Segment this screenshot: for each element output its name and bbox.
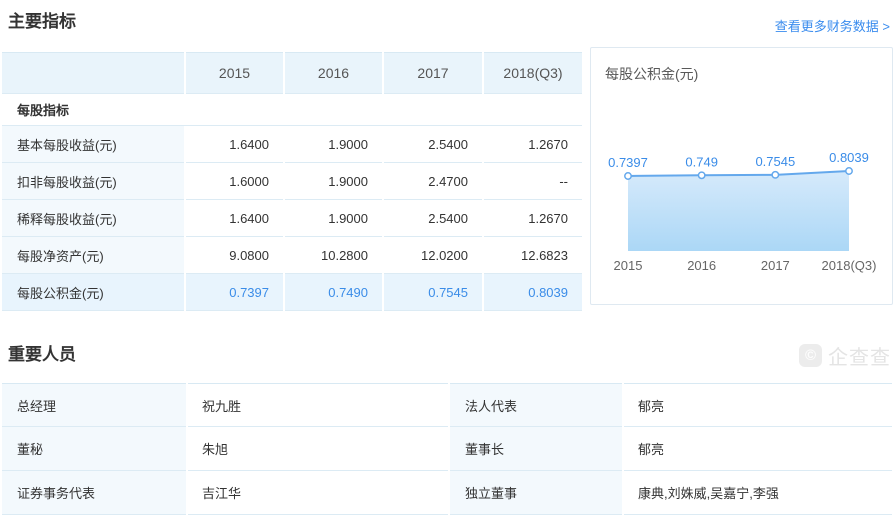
indicator-value-cell[interactable]: 12.6823 bbox=[484, 237, 582, 274]
indicator-value-cell[interactable]: 0.8039 bbox=[484, 274, 582, 311]
indicators-table-header: 2015201620172018(Q3) bbox=[2, 52, 582, 94]
personnel-value-cell: 郁亮 bbox=[624, 427, 892, 471]
indicator-value-cell[interactable]: 1.6000 bbox=[186, 163, 283, 200]
indicator-label-cell[interactable]: 稀释每股收益(元) bbox=[2, 200, 184, 237]
qichacha-logo-icon: © bbox=[799, 344, 822, 367]
indicator-label-cell[interactable]: 基本每股收益(元) bbox=[2, 126, 184, 163]
indicators-table-body: 每股指标基本每股收益(元)1.64001.90002.54001.2670扣非每… bbox=[2, 94, 582, 311]
qichacha-watermark-text: 企查查 bbox=[828, 341, 891, 370]
year-header: 2016 bbox=[285, 52, 382, 94]
indicator-value-cell[interactable]: 0.7490 bbox=[285, 274, 382, 311]
premium-reserve-chart-panel: 每股公积金(元) 0.739720150.74920160.754520170.… bbox=[590, 47, 893, 305]
premium-reserve-chart: 0.7397 2015 0.749 2016 0.7545 2017 0.8039 2018(… bbox=[591, 48, 894, 306]
chart-point-label: 0.7397 bbox=[608, 155, 648, 170]
section-title-key-personnel: 重要人员 bbox=[8, 344, 76, 366]
chart-point-label: 0.749 bbox=[685, 154, 718, 169]
personnel-row: 证券事务代表吉江华独立董事康典,刘姝威,吴嘉宁,李强 bbox=[2, 471, 892, 515]
chart-point-marker bbox=[846, 168, 852, 174]
personnel-value-cell: 康典,刘姝威,吴嘉宁,李强 bbox=[624, 471, 892, 515]
year-header: 2017 bbox=[384, 52, 482, 94]
personnel-value-cell: 吉江华 bbox=[188, 471, 448, 515]
chart-point-marker bbox=[772, 172, 778, 178]
personnel-label-cell: 董秘 bbox=[2, 427, 186, 471]
personnel-label-cell: 总经理 bbox=[2, 383, 186, 427]
chart-point-label: 0.7545 bbox=[755, 154, 795, 169]
chart-x-axis-label: 2017 bbox=[761, 258, 790, 273]
chart-point-marker bbox=[625, 173, 631, 179]
indicator-row[interactable]: 扣非每股收益(元)1.60001.90002.4700-- bbox=[2, 163, 582, 200]
indicator-value-cell[interactable]: 1.9000 bbox=[285, 200, 382, 237]
indicator-value-cell[interactable]: 10.2800 bbox=[285, 237, 382, 274]
indicator-header-spacer bbox=[2, 52, 184, 94]
indicator-value-cell[interactable]: -- bbox=[484, 163, 582, 200]
chart-x-axis-label: 2016 bbox=[687, 258, 716, 273]
indicator-value-cell[interactable]: 9.0800 bbox=[186, 237, 283, 274]
indicator-value-cell[interactable]: 2.5400 bbox=[384, 126, 482, 163]
indicator-value-cell[interactable]: 0.7545 bbox=[384, 274, 482, 311]
qichacha-watermark: © 企查查 bbox=[799, 341, 891, 370]
group-header-row: 每股指标 bbox=[2, 94, 582, 126]
indicator-row[interactable]: 每股净资产(元)9.080010.280012.020012.6823 bbox=[2, 237, 582, 274]
indicators-table: 2015201620172018(Q3) 每股指标基本每股收益(元)1.6400… bbox=[0, 52, 584, 311]
personnel-label-cell: 董事长 bbox=[450, 427, 622, 471]
indicator-value-cell[interactable]: 1.6400 bbox=[186, 126, 283, 163]
chart-x-axis-label: 2015 bbox=[614, 258, 643, 273]
chart-area-fill bbox=[628, 171, 849, 251]
indicator-value-cell[interactable]: 1.2670 bbox=[484, 200, 582, 237]
personnel-row: 总经理祝九胜法人代表郁亮 bbox=[2, 383, 892, 427]
indicator-value-cell[interactable]: 12.0200 bbox=[384, 237, 482, 274]
personnel-value-cell: 祝九胜 bbox=[188, 383, 448, 427]
indicator-value-cell[interactable]: 1.9000 bbox=[285, 163, 382, 200]
indicator-label-cell[interactable]: 每股公积金(元) bbox=[2, 274, 184, 311]
personnel-table-body: 总经理祝九胜法人代表郁亮董秘朱旭董事长郁亮证券事务代表吉江华独立董事康典,刘姝威… bbox=[2, 383, 892, 515]
indicator-value-cell[interactable]: 0.7397 bbox=[186, 274, 283, 311]
indicator-value-cell[interactable]: 2.5400 bbox=[384, 200, 482, 237]
indicator-label-cell[interactable]: 每股净资产(元) bbox=[2, 237, 184, 274]
more-financial-data-link[interactable]: 查看更多财务数据 > bbox=[775, 16, 890, 35]
indicator-value-cell[interactable]: 1.6400 bbox=[186, 200, 283, 237]
indicator-value-cell[interactable]: 2.4700 bbox=[384, 163, 482, 200]
group-header-label: 每股指标 bbox=[2, 94, 582, 126]
indicator-label-cell[interactable]: 扣非每股收益(元) bbox=[2, 163, 184, 200]
personnel-label-cell: 证券事务代表 bbox=[2, 471, 186, 515]
chart-x-axis-label: 2018(Q3) bbox=[822, 258, 877, 273]
year-header: 2015 bbox=[186, 52, 283, 94]
year-header: 2018(Q3) bbox=[484, 52, 582, 94]
indicator-value-cell[interactable]: 1.9000 bbox=[285, 126, 382, 163]
personnel-value-cell: 郁亮 bbox=[624, 383, 892, 427]
indicator-row[interactable]: 每股公积金(元)0.73970.74900.75450.8039 bbox=[2, 274, 582, 311]
section-title-main-indicators: 主要指标 bbox=[8, 11, 76, 33]
personnel-label-cell: 独立董事 bbox=[450, 471, 622, 515]
indicator-value-cell[interactable]: 1.2670 bbox=[484, 126, 582, 163]
personnel-label-cell: 法人代表 bbox=[450, 383, 622, 427]
chart-point-label: 0.8039 bbox=[829, 150, 869, 165]
personnel-row: 董秘朱旭董事长郁亮 bbox=[2, 427, 892, 471]
chart-point-marker bbox=[698, 172, 704, 178]
indicator-row[interactable]: 基本每股收益(元)1.64001.90002.54001.2670 bbox=[2, 126, 582, 163]
indicator-row[interactable]: 稀释每股收益(元)1.64001.90002.54001.2670 bbox=[2, 200, 582, 237]
year-header-row: 2015201620172018(Q3) bbox=[2, 52, 582, 94]
personnel-value-cell: 朱旭 bbox=[188, 427, 448, 471]
personnel-table: 总经理祝九胜法人代表郁亮董秘朱旭董事长郁亮证券事务代表吉江华独立董事康典,刘姝威… bbox=[0, 383, 894, 515]
